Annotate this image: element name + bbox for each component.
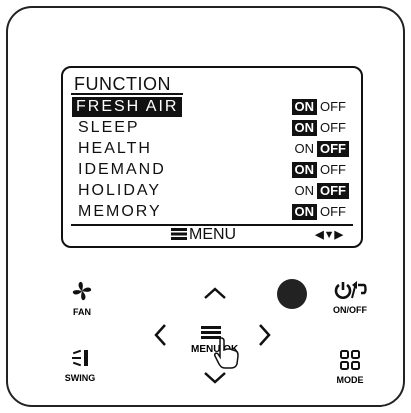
- toggle: ON OFF: [292, 183, 349, 199]
- down-arrow-button[interactable]: [203, 371, 227, 385]
- left-arrow-button[interactable]: [153, 323, 167, 347]
- swing-button[interactable]: SWING: [60, 348, 100, 383]
- fan-button[interactable]: FAN: [64, 280, 100, 317]
- function-label: HEALTH: [78, 140, 152, 157]
- screen-title: FUNCTION: [74, 74, 171, 94]
- swing-label: SWING: [64, 373, 96, 383]
- function-row-fresh-air[interactable]: FRESH AIR ON OFF: [71, 97, 353, 117]
- power-back-icon: [334, 281, 367, 299]
- title-underline: [71, 93, 183, 95]
- up-arrow-button[interactable]: [203, 286, 227, 300]
- function-row-sleep[interactable]: SLEEP ON OFF: [71, 118, 353, 138]
- function-label: MEMORY: [78, 203, 162, 220]
- fan-label: FAN: [73, 307, 91, 317]
- toggle: ON OFF: [291, 162, 350, 178]
- lcd-screen: FUNCTION FRESH AIR ON OFF SLEEP ON OFF HEA…: [61, 66, 363, 248]
- swing-icon: [72, 349, 88, 367]
- onoff-button[interactable]: ON/OFF: [328, 280, 372, 315]
- toggle: ON OFF: [291, 120, 350, 136]
- right-arrow-button[interactable]: [258, 323, 272, 347]
- menu-label: MENU: [189, 226, 237, 243]
- toggle: ON OFF: [292, 141, 349, 157]
- function-row-memory[interactable]: MEMORY ON OFF: [71, 202, 353, 222]
- mode-label: MODE: [336, 375, 364, 385]
- menu-ok-button[interactable]: MENU/OK: [191, 326, 251, 372]
- round-button[interactable]: [277, 279, 307, 309]
- mode-grid-icon: [340, 350, 360, 370]
- onoff-label: ON/OFF: [333, 305, 367, 315]
- toggle: ON OFF: [291, 99, 350, 115]
- menu-hint: MENU: [171, 226, 236, 244]
- menu-lines-icon: [171, 228, 187, 240]
- function-label: SLEEP: [78, 119, 140, 136]
- function-label: HOLIDAY: [78, 182, 162, 199]
- function-row-holiday[interactable]: HOLIDAY ON OFF: [71, 181, 353, 201]
- nav-arrows-hint: ◀▼▶: [315, 229, 343, 241]
- mode-button[interactable]: MODE: [332, 350, 368, 385]
- hand-pointer-icon: [214, 337, 239, 369]
- remote-panel: FUNCTION FRESH AIR ON OFF SLEEP ON OFF HEA…: [6, 6, 405, 407]
- fan-icon: [72, 281, 92, 301]
- function-label: FRESH AIR: [72, 97, 183, 117]
- function-row-health[interactable]: HEALTH ON OFF: [71, 139, 353, 159]
- function-row-idemand[interactable]: IDEMAND ON OFF: [71, 160, 353, 180]
- toggle: ON OFF: [291, 204, 350, 220]
- function-label: IDEMAND: [78, 161, 166, 178]
